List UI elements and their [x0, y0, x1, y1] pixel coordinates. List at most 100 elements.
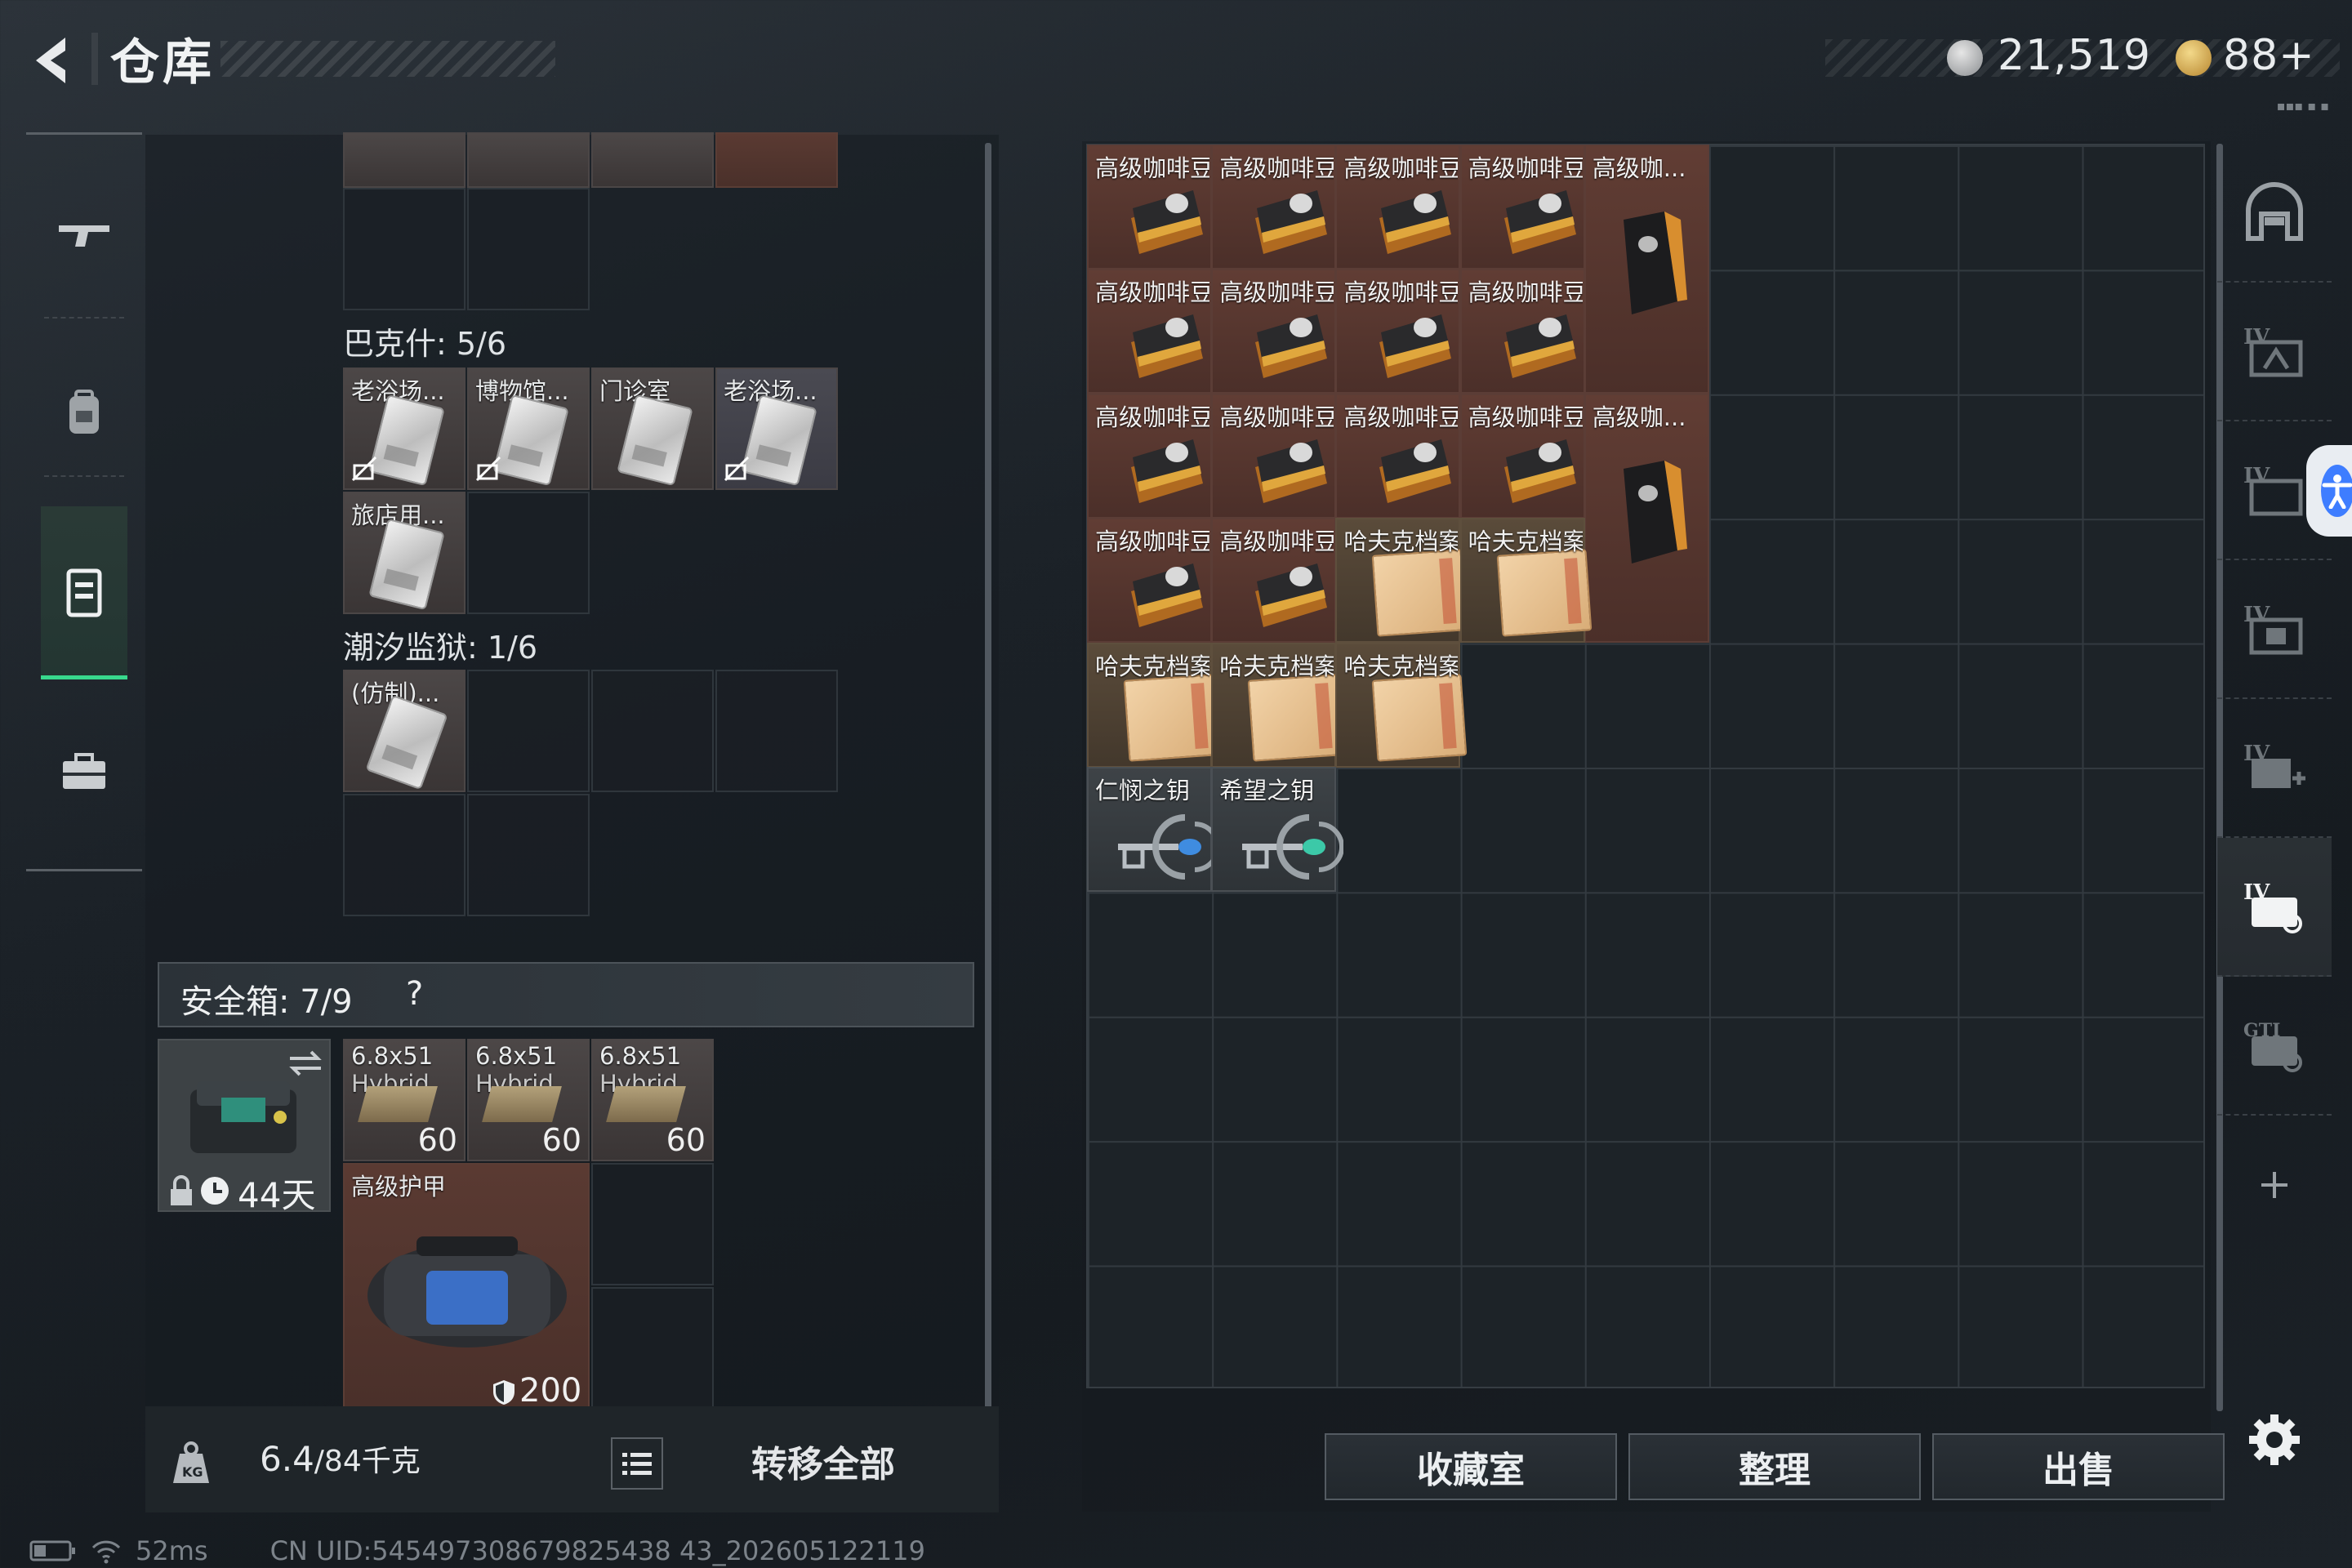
keycard-item[interactable]: (仿制)... [343, 670, 466, 792]
tab-add[interactable] [2217, 1116, 2332, 1254]
tab-stash-1[interactable]: IV [2217, 283, 2332, 421]
back-arrow-icon[interactable] [24, 31, 83, 90]
panel-scrollbar[interactable] [985, 143, 991, 1425]
coffee-beans-item[interactable]: 高级咖啡豆 [1335, 269, 1461, 394]
coffee-beans-item[interactable]: 高级咖啡豆 [1335, 145, 1461, 270]
key-hope-item[interactable]: 希望之钥 [1211, 767, 1345, 892]
swap-icon[interactable] [287, 1047, 324, 1080]
coffee-beans-item[interactable]: 高级咖啡豆 [1211, 393, 1337, 519]
coffee-beans-item[interactable]: 高级咖啡豆 [1087, 393, 1212, 519]
file-folder-icon [1123, 673, 1219, 762]
help-icon[interactable]: ? [406, 975, 423, 1013]
ammo-item[interactable]: 6.8x51 Hybrid 60 [467, 1039, 590, 1161]
file-folder-icon [1372, 673, 1468, 762]
item-label: 希望之钥 [1219, 777, 1315, 804]
ammo-box-icon [358, 1086, 438, 1122]
grid-cell-empty[interactable] [467, 670, 590, 792]
nav-chest-rig[interactable] [41, 549, 127, 635]
grid-cell-empty[interactable] [715, 670, 838, 792]
coffee-beans-item[interactable]: 高级咖啡豆 [1087, 518, 1212, 644]
grid-cell-partial[interactable] [343, 132, 466, 188]
coffee-beans-icon [1373, 425, 1454, 506]
haavk-file-item[interactable]: 哈夫克档案 [1087, 642, 1219, 768]
settings-gear-icon[interactable] [2247, 1413, 2301, 1467]
safe-box-slot[interactable]: 44天 [158, 1039, 331, 1215]
ammo-item[interactable]: 6.8x51 Hybrid 60 [591, 1039, 714, 1161]
grid-cell-empty[interactable] [467, 794, 590, 916]
keycard-item[interactable]: 门诊室 [591, 368, 714, 490]
armor-durability: 200 [519, 1372, 582, 1410]
accessibility-button[interactable] [2306, 445, 2352, 537]
armor-item[interactable]: 高级护甲 200 [343, 1163, 590, 1410]
weight-max: /84千克 [314, 1445, 421, 1478]
coffee-beans-icon [1498, 176, 1579, 257]
grid-cell-partial[interactable] [467, 132, 590, 188]
coffee-beans-icon [1125, 549, 1206, 630]
file-folder-icon [1247, 673, 1343, 762]
coffee-beans-icon [1498, 300, 1579, 381]
keycard-item[interactable]: 博物馆... [467, 368, 590, 490]
coffee-beans-icon [1249, 176, 1330, 257]
grid-cell-empty[interactable] [591, 670, 714, 792]
coffee-beans-item[interactable]: 高级咖啡豆 [1459, 393, 1585, 519]
backpack-icon [69, 390, 99, 434]
collection-room-button[interactable]: 收藏室 [1325, 1433, 1617, 1500]
chest-rig-icon [66, 568, 102, 617]
tab-stash-5-active[interactable]: IV [2217, 838, 2332, 977]
ammo-name: 6.8x51 [475, 1042, 558, 1070]
nav-weapon[interactable] [41, 191, 127, 278]
coffee-beans-item[interactable]: 高级咖啡豆 [1211, 518, 1337, 644]
grid-cell-empty[interactable] [343, 794, 466, 916]
organize-button[interactable]: 整理 [1628, 1433, 1921, 1500]
item-label: 哈夫克档案 [1468, 528, 1583, 556]
ping-text: 52ms [136, 1535, 208, 1566]
tab-all[interactable] [2217, 144, 2332, 283]
nav-backpack[interactable] [41, 369, 127, 456]
grid-cell-empty[interactable] [467, 188, 590, 310]
ammo-count: 60 [541, 1122, 581, 1158]
coffee-beans-item[interactable]: 高级咖... [1584, 145, 1709, 394]
list-icon [622, 1453, 652, 1475]
stash-tab-icon: IV [2243, 464, 2303, 516]
coffee-beans-item[interactable]: 高级咖啡豆 [1087, 269, 1212, 394]
haavk-file-item[interactable]: 哈夫克档案 [1211, 642, 1343, 768]
coffee-beans-item[interactable]: 高级咖啡豆 [1459, 145, 1585, 270]
item-label: 哈夫克档案 [1095, 652, 1209, 680]
ammo-item[interactable]: 6.8x51 Hybrid 60 [343, 1039, 466, 1161]
key-mercy-item[interactable]: 仁悯之钥 [1087, 767, 1220, 892]
tab-stash-6[interactable]: GTI [2217, 977, 2332, 1116]
grid-cell-empty[interactable] [343, 188, 466, 310]
briefcase-icon [63, 753, 105, 789]
keycard-icon [368, 518, 445, 611]
keycard-icon [741, 394, 817, 487]
list-view-button[interactable] [611, 1437, 663, 1490]
keycard-item[interactable]: 老浴场... [343, 368, 466, 490]
grid-cell-empty[interactable] [591, 1163, 714, 1285]
accessibility-icon [2321, 465, 2352, 517]
coffee-beans-item[interactable]: 高级咖啡豆 [1459, 269, 1585, 394]
grid-cell-empty[interactable] [591, 1287, 714, 1410]
transfer-all-button[interactable]: 转移全部 [660, 1426, 987, 1496]
sell-button[interactable]: 出售 [1932, 1433, 2225, 1500]
nav-briefcase[interactable] [41, 728, 127, 815]
haavk-file-item[interactable]: 哈夫克档案 [1335, 518, 1468, 644]
coffee-beans-item[interactable]: 高级咖啡豆 [1087, 145, 1212, 270]
coffee-beans-item[interactable]: 高级咖啡豆 [1211, 145, 1337, 270]
grid-cell-empty[interactable] [467, 492, 590, 614]
ammo-name: 6.8x51 [351, 1042, 434, 1070]
item-label: 高级咖啡豆 [1095, 154, 1209, 182]
coffee-beans-item[interactable]: 高级咖啡豆 [1211, 269, 1337, 394]
token-amount: 88+ [2223, 31, 2315, 80]
keycard-item[interactable]: 旅店用... [343, 492, 466, 614]
haavk-file-item[interactable]: 哈夫克档案 [1459, 518, 1592, 644]
grid-cell-partial[interactable] [591, 132, 714, 188]
keycard-item[interactable]: 老浴场... [715, 368, 838, 490]
coffee-beans-item[interactable]: 高级咖... [1584, 393, 1709, 643]
item-label: 哈夫克档案 [1219, 652, 1334, 680]
haavk-file-item[interactable]: 哈夫克档案 [1335, 642, 1468, 768]
clock-icon [201, 1177, 229, 1205]
tab-stash-3[interactable]: IV [2217, 560, 2332, 699]
coffee-beans-item[interactable]: 高级咖啡豆 [1335, 393, 1461, 519]
grid-cell-partial[interactable] [715, 132, 838, 188]
tab-stash-4[interactable]: IV [2217, 699, 2332, 838]
